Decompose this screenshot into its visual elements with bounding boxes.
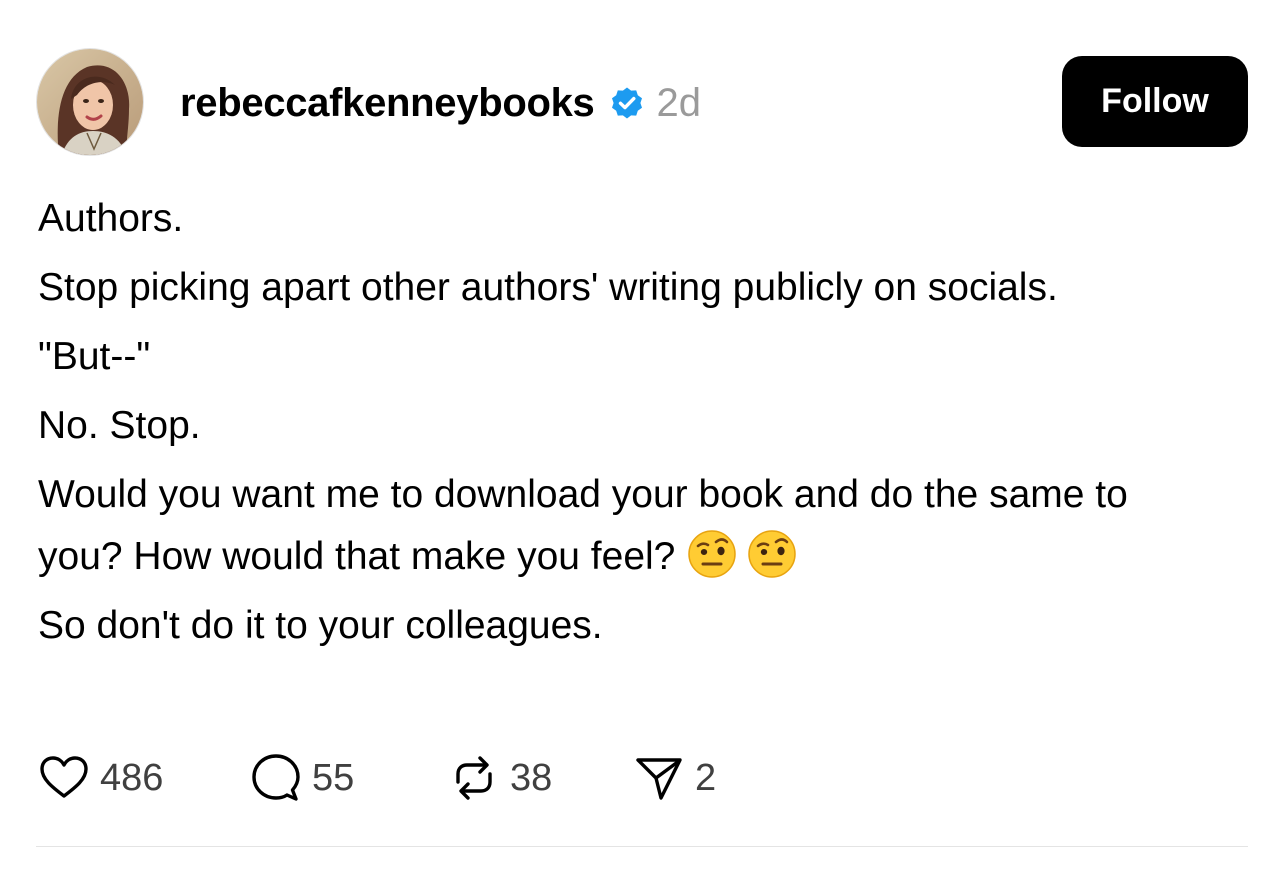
- divider: [36, 846, 1248, 847]
- post-actions: 486 55 38 2: [38, 750, 733, 806]
- repost-count: 38: [510, 756, 553, 799]
- raised-eyebrow-emoji-icon: [747, 529, 797, 579]
- avatar-photo: [37, 49, 143, 155]
- repost-icon: [456, 756, 492, 800]
- share-button[interactable]: 2: [633, 752, 733, 804]
- username[interactable]: rebeccafkenneybooks: [180, 81, 595, 126]
- raised-eyebrow-emoji-icon: [687, 529, 737, 579]
- like-count: 486: [100, 756, 164, 799]
- post-paragraph: Authors.: [38, 197, 184, 240]
- post-paragraph: Would you want me to download your book …: [38, 473, 1128, 578]
- post-paragraph-with-emojis: Would you want me to download your book …: [38, 464, 1218, 588]
- post-header: rebeccafkenneybooks 2d: [180, 78, 701, 128]
- heart-icon: [40, 756, 88, 798]
- repost-button[interactable]: 38: [448, 752, 633, 804]
- comment-count: 55: [312, 756, 355, 799]
- post-body: Authors. Stop picking apart other author…: [38, 188, 1218, 664]
- send-icon: [636, 758, 682, 800]
- post-paragraph: Stop picking apart other authors' writin…: [38, 266, 1058, 309]
- post-paragraph: So don't do it to your colleagues.: [38, 604, 603, 647]
- comment-bubble-icon: [252, 754, 300, 801]
- follow-button[interactable]: Follow: [1062, 56, 1248, 147]
- avatar[interactable]: [36, 48, 144, 156]
- verified-badge-icon: [609, 85, 645, 121]
- post-paragraph: No. Stop.: [38, 404, 201, 447]
- like-button[interactable]: 486: [38, 752, 198, 804]
- share-count: 2: [695, 756, 717, 799]
- post-paragraph: "But--": [38, 335, 151, 378]
- comment-button[interactable]: 55: [250, 752, 436, 804]
- post-timestamp: 2d: [656, 80, 702, 125]
